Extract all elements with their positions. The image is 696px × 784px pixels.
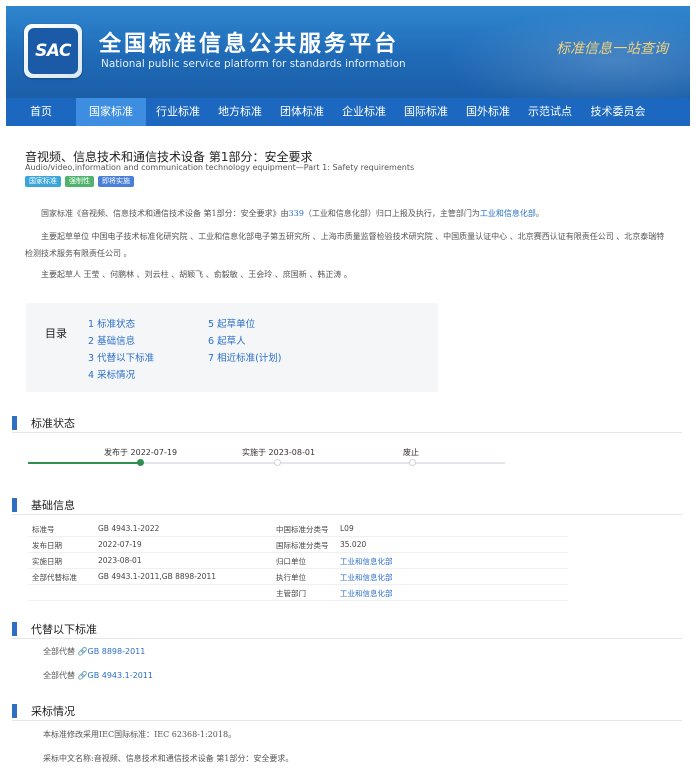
main-nav: 首页 国家标准 行业标准 地方标准 团体标准 企业标准 国际标准 国外标准 示范…	[6, 98, 690, 126]
info-label: 主管部门	[276, 589, 306, 598]
info-value: GB 4943.1-2022	[98, 524, 160, 533]
adopt-line-2: 采标中文名称:音视频、信息技术和通信技术设备 第1部分：安全要求。	[43, 754, 294, 763]
info-row: 主管部门 工业和信息化部	[28, 584, 568, 601]
nav-national-standard[interactable]: 国家标准	[76, 98, 146, 126]
nav-tech-committee[interactable]: 技术委员会	[580, 98, 656, 126]
table-of-contents: 目录 1 标准状态 2 基础信息 3 代替以下标准 4 采标情况 5 起草单位 …	[26, 303, 438, 392]
info-value: 2023-08-01	[98, 556, 142, 565]
replace-item: 全部代替 🔗GB 8898-2011	[43, 646, 145, 657]
adopt-line-1: 本标准修改采用IEC国际标准：IEC 62368-1:2018。	[43, 730, 237, 739]
tag-national: 国家标准	[25, 176, 61, 187]
replace-item: 全部代替 🔗GB 4943.1-2011	[43, 670, 153, 681]
section-accent-bar	[12, 704, 17, 718]
replace-prefix: 全部代替	[43, 671, 75, 680]
section-divider	[12, 432, 682, 433]
nav-local-standard[interactable]: 地方标准	[208, 98, 270, 126]
info-row: 全部代替标准 GB 4943.1-2011,GB 8898-2011 执行单位 …	[28, 568, 568, 585]
section-accent-bar	[12, 622, 17, 636]
info-value: L09	[340, 524, 354, 533]
timeline-dot-implement	[274, 459, 281, 466]
basic-section-title: 基础信息	[31, 499, 75, 512]
timeline-track	[140, 462, 505, 464]
timeline-implement-label: 实施于 2023-08-01	[242, 448, 316, 457]
nav-foreign-standard[interactable]: 国外标准	[456, 98, 518, 126]
timeline-dot-publish	[137, 459, 144, 466]
dept-link[interactable]: 工业和信息化部	[480, 209, 536, 218]
intro-text-b: （工业和信息化部）归口上报及执行，主管部门为	[303, 209, 480, 218]
replace-prefix: 全部代替	[43, 647, 75, 656]
nav-enterprise-standard[interactable]: 企业标准	[332, 98, 394, 126]
timeline-dot-abolish	[409, 459, 416, 466]
section-divider	[12, 638, 682, 639]
info-row: 发布日期 2022-07-19 国际标准分类号 35.020	[28, 536, 568, 553]
header-slogan: 标准信息一站查询	[556, 41, 668, 57]
tag-upcoming: 即将实施	[98, 176, 134, 187]
info-link[interactable]: 工业和信息化部	[340, 572, 393, 583]
adopt-section-header: 采标情况	[12, 703, 75, 719]
info-label: 国际标准分类号	[276, 541, 329, 550]
sac-logo[interactable]: SAC	[24, 24, 82, 78]
toc-item-replace[interactable]: 3 代替以下标准	[88, 350, 154, 364]
info-value: GB 4943.1-2011,GB 8898-2011	[98, 572, 216, 581]
replace-standard-link[interactable]: GB 8898-2011	[88, 647, 146, 656]
tc-link[interactable]: 339	[289, 209, 304, 218]
section-accent-bar	[12, 416, 17, 430]
nav-group-standard[interactable]: 团体标准	[270, 98, 332, 126]
standard-title-en: Audio/video,information and communicatio…	[25, 163, 415, 172]
info-row: 标准号 GB 4943.1-2022 中国标准分类号 L09	[28, 520, 568, 537]
info-label: 全部代替标准	[32, 573, 77, 582]
toc-item-drafting-units[interactable]: 5 起草单位	[208, 316, 255, 330]
timeline-publish-label: 发布于 2022-07-19	[104, 448, 178, 457]
section-divider	[12, 514, 682, 515]
intro-text-a: 国家标准《音视频、信息技术和通信技术设备 第1部分：安全要求》由	[41, 209, 289, 218]
link-icon: 🔗	[77, 671, 88, 680]
intro-paragraph-1: 国家标准《音视频、信息技术和通信技术设备 第1部分：安全要求》由339（工业和信…	[25, 205, 665, 222]
timeline-progress	[28, 462, 140, 464]
site-header: SAC 全国标准信息公共服务平台 National public service…	[6, 6, 690, 98]
info-label: 执行单位	[276, 573, 306, 582]
site-subtitle: National public service platform for sta…	[101, 58, 406, 70]
info-label: 归口单位	[276, 557, 306, 566]
replace-section-title: 代替以下标准	[31, 623, 97, 636]
toc-item-basic[interactable]: 2 基础信息	[88, 333, 135, 347]
nav-home[interactable]: 首页	[6, 98, 76, 126]
intro-text-c: 。	[535, 209, 544, 218]
section-divider	[12, 720, 682, 721]
adopt-section-title: 采标情况	[31, 705, 75, 718]
timeline-abolish-label: 废止	[403, 448, 419, 457]
nav-industry-standard[interactable]: 行业标准	[146, 98, 208, 126]
info-label: 发布日期	[32, 541, 62, 550]
section-accent-bar	[12, 498, 17, 512]
basic-section-header: 基础信息	[12, 497, 75, 513]
site-title: 全国标准信息公共服务平台	[99, 32, 400, 57]
sac-logo-text: SAC	[28, 28, 78, 74]
info-value: 2022-07-19	[98, 540, 142, 549]
drafters-paragraph: 主要起草人 王莹 、何鹏林 、刘云柱 、胡颖飞 、俞毅敏 、王会玲 、庶国新 、…	[41, 270, 352, 279]
info-label: 标准号	[32, 525, 55, 534]
status-section-title: 标准状态	[31, 417, 75, 430]
info-row: 实施日期 2023-08-01 归口单位 工业和信息化部	[28, 552, 568, 569]
info-value: 35.020	[340, 540, 367, 549]
toc-item-status[interactable]: 1 标准状态	[88, 316, 135, 330]
toc-item-drafters[interactable]: 6 起草人	[208, 333, 246, 347]
toc-item-similar[interactable]: 7 相近标准(计划)	[208, 350, 281, 364]
nav-international-standard[interactable]: 国际标准	[394, 98, 456, 126]
tag-mandatory: 强制性	[65, 176, 94, 187]
info-label: 实施日期	[32, 557, 62, 566]
toc-item-adopt[interactable]: 4 采标情况	[88, 367, 135, 381]
toc-label: 目录	[45, 327, 67, 340]
info-link[interactable]: 工业和信息化部	[340, 588, 393, 599]
info-label: 中国标准分类号	[276, 525, 329, 534]
status-section-header: 标准状态	[12, 415, 75, 431]
info-link[interactable]: 工业和信息化部	[340, 556, 393, 567]
nav-pilot[interactable]: 示范试点	[518, 98, 580, 126]
drafting-units-paragraph: 主要起草单位 中国电子技术标准化研究院 、工业和信息化部电子第五研究所 、上海市…	[25, 232, 665, 258]
standard-tags: 国家标准 强制性 即将实施	[25, 176, 134, 187]
replace-standard-link[interactable]: GB 4943.1-2011	[88, 671, 153, 680]
link-icon: 🔗	[77, 647, 88, 656]
replace-section-header: 代替以下标准	[12, 621, 97, 637]
